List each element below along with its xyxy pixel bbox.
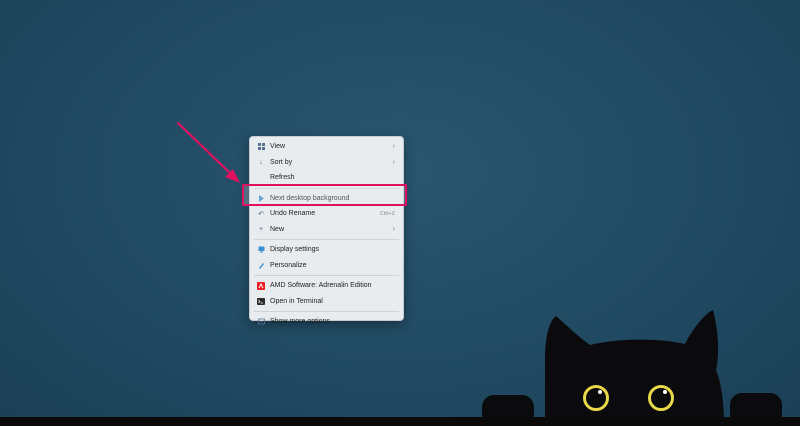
taskbar[interactable] [0, 417, 800, 426]
cat-wallpaper-illustration [482, 310, 782, 426]
